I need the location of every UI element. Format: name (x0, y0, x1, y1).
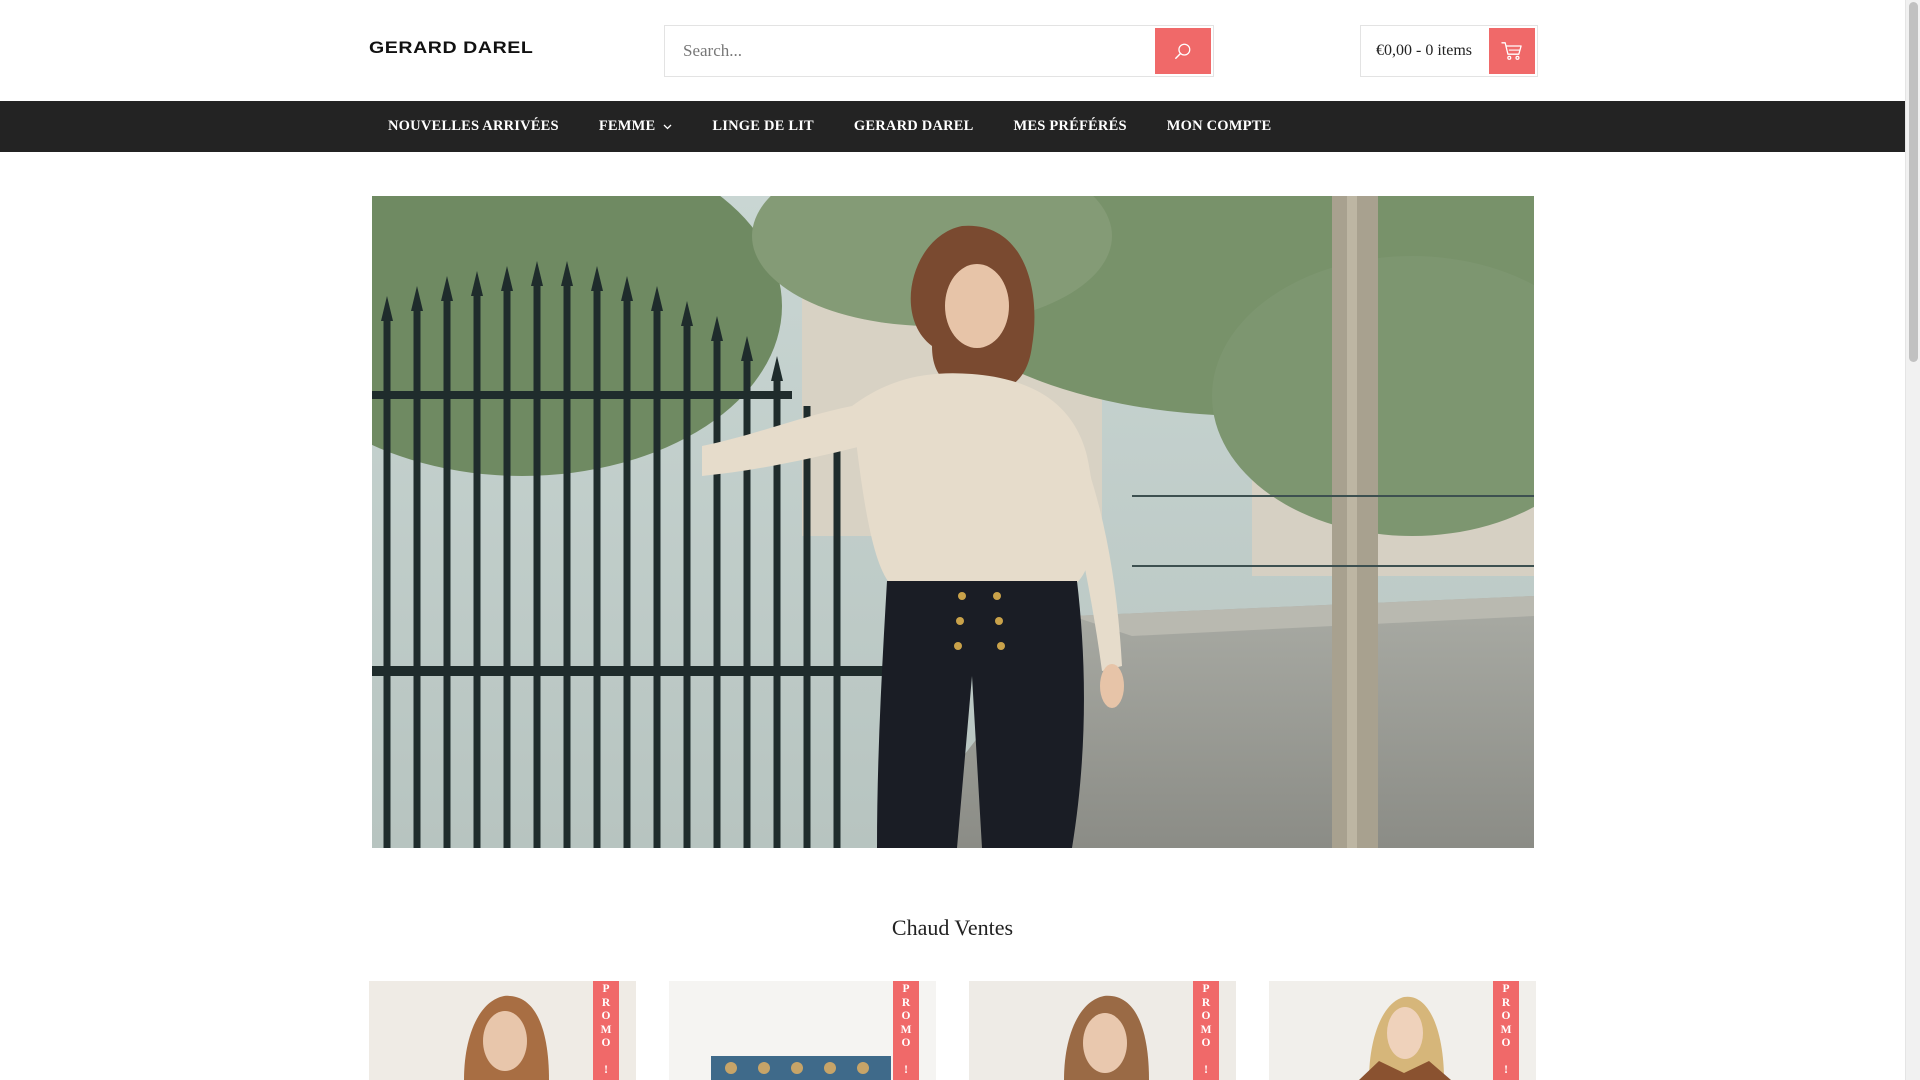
search-button[interactable] (1155, 28, 1211, 74)
nav-item-label: GERARD DAREL (853, 118, 974, 134)
cart-summary[interactable]: €0,00 - 0 items (1376, 42, 1472, 60)
nav-item-mon-compte[interactable]: MON COMPTE (1147, 101, 1292, 152)
promo-badge-text: PROMO ! (900, 983, 912, 1076)
nav-item-label: FEMME (598, 118, 656, 134)
chevron-down-icon (663, 124, 672, 130)
promo-badge: PROMO ! (1193, 981, 1219, 1080)
nav-item-label: MON COMPTE (1166, 118, 1272, 134)
main-navigation: NOUVELLES ARRIVÉES FEMME LINGE DE LIT GE… (0, 101, 1905, 152)
nav-item-gerard-darel[interactable]: GERARD DAREL (834, 101, 994, 152)
site-header: GERARD DAREL €0,00 - 0 items (0, 0, 1905, 101)
product-grid: PROMO ! PROMO ! PROMO ! PROMO ! (369, 981, 1537, 1080)
promo-badge: PROMO ! (893, 981, 919, 1080)
hero-banner-image[interactable] (372, 196, 1534, 848)
promo-badge-text: PROMO ! (600, 983, 612, 1076)
nav-item-mes-preferes[interactable]: MES PRÉFÉRÉS (994, 101, 1147, 152)
site-logo[interactable]: GERARD DAREL (369, 38, 533, 58)
page-scrollbar[interactable] (1905, 0, 1920, 1080)
nav-item-label: MES PRÉFÉRÉS (1013, 118, 1127, 134)
nav-item-label: LINGE DE LIT (712, 118, 814, 134)
cart-icon (1501, 42, 1522, 60)
search-form (664, 25, 1214, 77)
cart-widget[interactable]: €0,00 - 0 items (1360, 25, 1538, 77)
section-title: Chaud Ventes (891, 915, 1014, 940)
cart-button[interactable] (1489, 28, 1535, 74)
hero-photo (372, 196, 1534, 848)
promo-badge-text: PROMO ! (1500, 983, 1512, 1076)
nav-item-femme[interactable]: FEMME (579, 101, 693, 152)
scrollbar-thumb[interactable] (1909, 2, 1918, 362)
product-card[interactable]: PROMO ! (969, 981, 1236, 1080)
promo-badge: PROMO ! (1493, 981, 1519, 1080)
nav-item-linge-de-lit[interactable]: LINGE DE LIT (692, 101, 834, 152)
search-icon (1175, 43, 1191, 59)
product-card[interactable]: PROMO ! (1269, 981, 1536, 1080)
nav-item-nouvelles-arrivees[interactable]: NOUVELLES ARRIVÉES (368, 101, 579, 152)
product-card[interactable]: PROMO ! (369, 981, 636, 1080)
search-input[interactable] (665, 26, 1155, 76)
promo-badge-text: PROMO ! (1200, 983, 1212, 1076)
product-card[interactable]: PROMO ! (669, 981, 936, 1080)
promo-badge: PROMO ! (593, 981, 619, 1080)
nav-item-label: NOUVELLES ARRIVÉES (388, 118, 559, 134)
